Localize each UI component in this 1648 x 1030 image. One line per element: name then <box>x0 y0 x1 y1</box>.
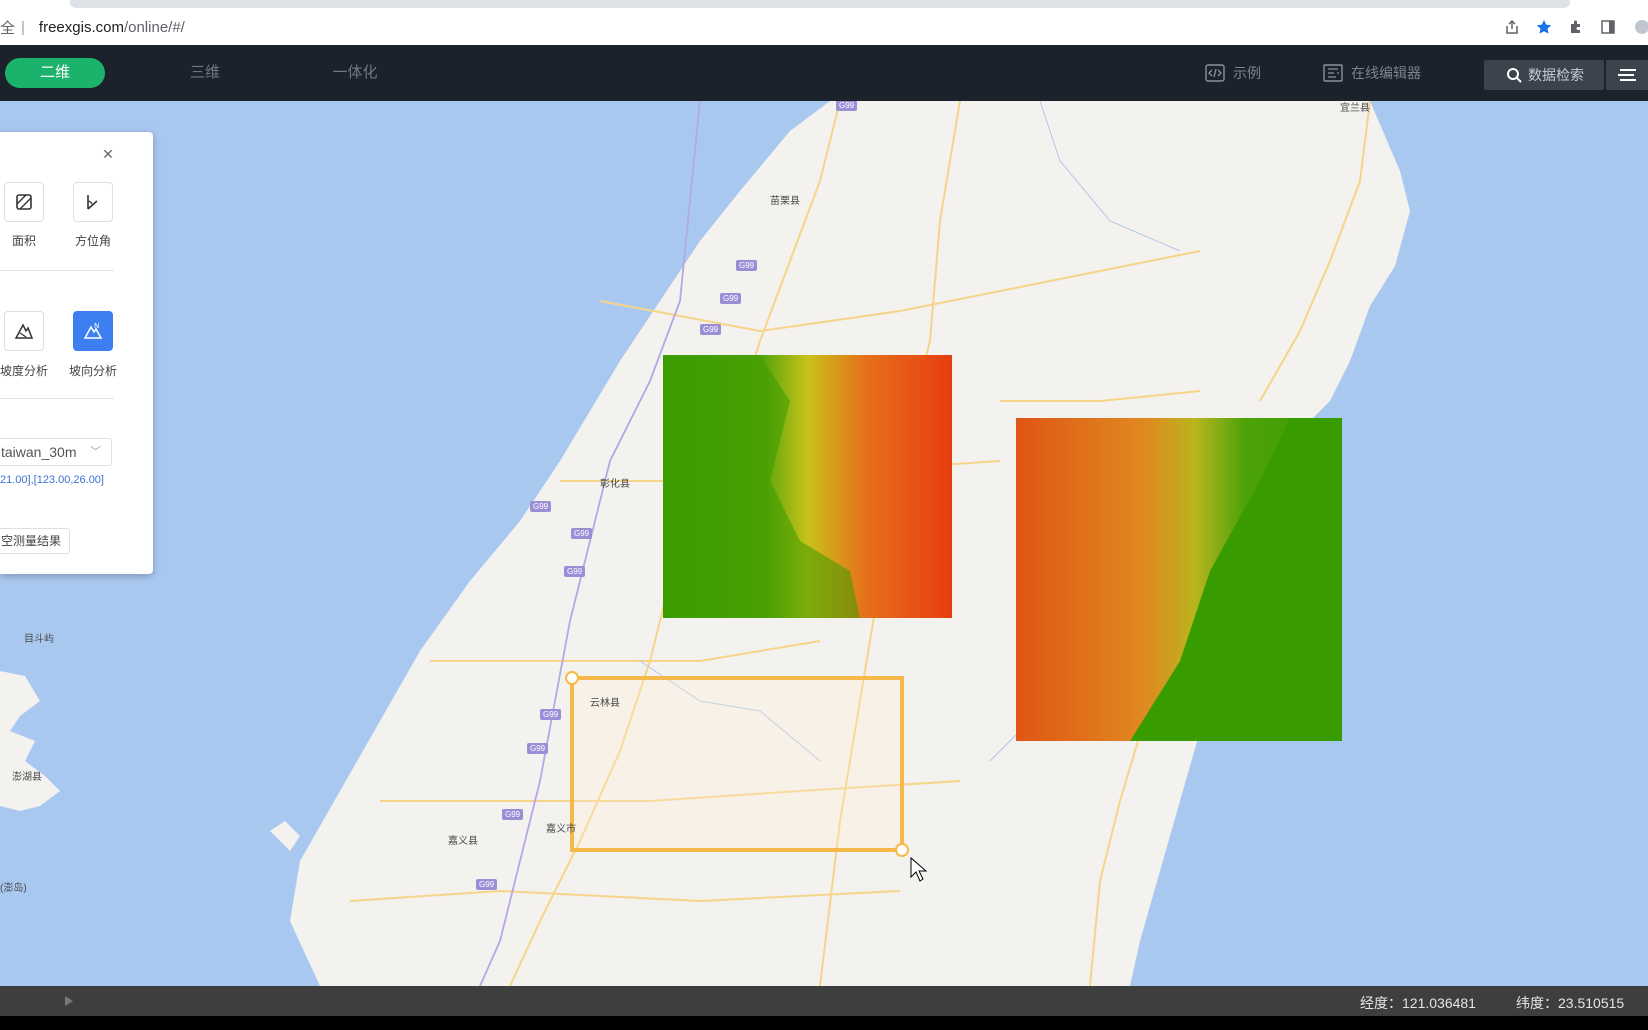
tab-integrated[interactable]: 一体化 <box>315 58 395 88</box>
highway-shield: G99 <box>527 743 549 754</box>
code-icon <box>1205 64 1225 82</box>
side-panel-icon[interactable] <box>1600 19 1616 35</box>
place-label: 目斗屿 <box>24 634 54 645</box>
address-bar[interactable]: 全 | freexgis.com/online/#/ <box>0 14 1600 40</box>
highway-shield: G99 <box>836 101 858 111</box>
coordinate-status-bar: 经度：121.036481 纬度：23.510515 <box>0 986 1648 1016</box>
examples-link[interactable]: 示例 <box>1205 61 1261 85</box>
map-base-layer <box>0 101 1410 986</box>
slope-icon <box>14 323 34 339</box>
extent-range-text: 21.00],[123.00,26.00] <box>0 474 104 486</box>
place-label: 宜兰县 <box>1340 103 1370 114</box>
place-label: 澎湖县 <box>12 772 42 783</box>
svg-text:N: N <box>94 322 99 330</box>
area-measure-button[interactable] <box>4 182 44 222</box>
highway-shield: G99 <box>530 501 552 512</box>
aspect-analysis-button[interactable]: N <box>73 311 113 351</box>
aspect-analysis-label: 坡向分析 <box>68 364 117 378</box>
highway-shield: G99 <box>720 293 742 304</box>
close-icon[interactable]: ✕ <box>100 146 116 162</box>
screen-bottom-edge <box>0 1016 1648 1030</box>
highway-shield: G99 <box>476 879 498 890</box>
tab-2d[interactable]: 二维 <box>5 58 105 88</box>
place-label: 嘉义县 <box>448 836 478 847</box>
azimuth-icon <box>87 195 98 210</box>
highway-shield: G99 <box>502 809 524 820</box>
data-search-button[interactable]: 数据检索 <box>1484 60 1604 90</box>
panel-divider <box>0 398 114 399</box>
longitude-readout: 经度：121.036481 <box>1360 995 1476 1011</box>
place-label: 嘉义市 <box>546 824 576 835</box>
area-measure-label: 面积 <box>11 234 36 248</box>
rectangle-handle-start[interactable] <box>565 671 579 685</box>
place-label: 云林县 <box>590 698 620 709</box>
highway-shield: G99 <box>540 709 562 720</box>
azimuth-label: 方位角 <box>74 234 111 248</box>
examples-label: 示例 <box>1233 65 1261 81</box>
highway-shield: G99 <box>700 324 722 335</box>
address-separator: | <box>21 18 25 36</box>
place-label: (澎岛) <box>0 883 27 894</box>
place-label: 苗栗县 <box>770 196 800 207</box>
rectangle-handle-end[interactable] <box>895 843 909 857</box>
dem-dataset-value: taiwan_30m <box>1 444 77 460</box>
browser-toolbar: 全 | freexgis.com/online/#/ <box>0 0 1648 46</box>
penghu-islands <box>0 671 60 811</box>
url-path[interactable]: /online/#/ <box>124 19 185 36</box>
url-host[interactable]: freexgis.com <box>39 19 124 36</box>
share-icon[interactable] <box>1504 19 1520 35</box>
azimuth-button[interactable] <box>73 182 113 222</box>
analysis-tool-panel: ✕ 面积 方位角 坡度分析 N 坡向分析 taiwan_30m ﹀ 21.00]… <box>0 132 153 574</box>
dem-dataset-select[interactable]: taiwan_30m ﹀ <box>0 438 112 466</box>
search-icon <box>1507 68 1522 83</box>
online-editor-link[interactable]: 在线编辑器 <box>1323 61 1421 85</box>
layers-toggle-button[interactable] <box>1606 60 1648 90</box>
editor-icon <box>1323 64 1343 82</box>
slope-analysis-button[interactable] <box>4 311 44 351</box>
panel-divider <box>0 270 114 271</box>
bookmark-star-icon[interactable] <box>1536 19 1552 35</box>
app-header: 二维 三维 一体化 示例 在线编辑器 数据检索 <box>0 45 1648 101</box>
highway-shield: G99 <box>736 260 758 271</box>
menu-lines-icon <box>1618 69 1636 81</box>
chevron-down-icon: ﹀ <box>90 446 101 458</box>
latitude-readout: 纬度：23.510515 <box>1516 995 1625 1011</box>
map-canvas[interactable]: 宜兰县 苗栗县 彰化县 云林县 嘉义市 嘉义县 澎湖县 目斗屿 (澎岛) G99… <box>0 101 1648 986</box>
browser-tab-strip <box>70 0 1570 8</box>
browser-actions <box>1504 14 1648 40</box>
highway-shield: G99 <box>564 566 586 577</box>
place-label: 彰化县 <box>600 479 630 490</box>
site-security-label[interactable]: 全 <box>0 17 15 38</box>
play-icon[interactable] <box>64 995 74 1007</box>
tab-3d[interactable]: 三维 <box>165 58 245 88</box>
extensions-icon[interactable] <box>1568 19 1584 35</box>
aspect-icon: N <box>83 322 103 339</box>
area-measure-icon <box>16 194 32 210</box>
clear-results-button[interactable]: 空测量结果 <box>0 528 70 554</box>
measure-rectangle[interactable] <box>570 676 904 852</box>
highway-shield: G99 <box>571 528 593 539</box>
data-search-label: 数据检索 <box>1528 67 1584 83</box>
profile-avatar-icon[interactable] <box>1632 19 1648 35</box>
slope-analysis-label: 坡度分析 <box>0 364 48 378</box>
online-editor-label: 在线编辑器 <box>1351 65 1421 81</box>
